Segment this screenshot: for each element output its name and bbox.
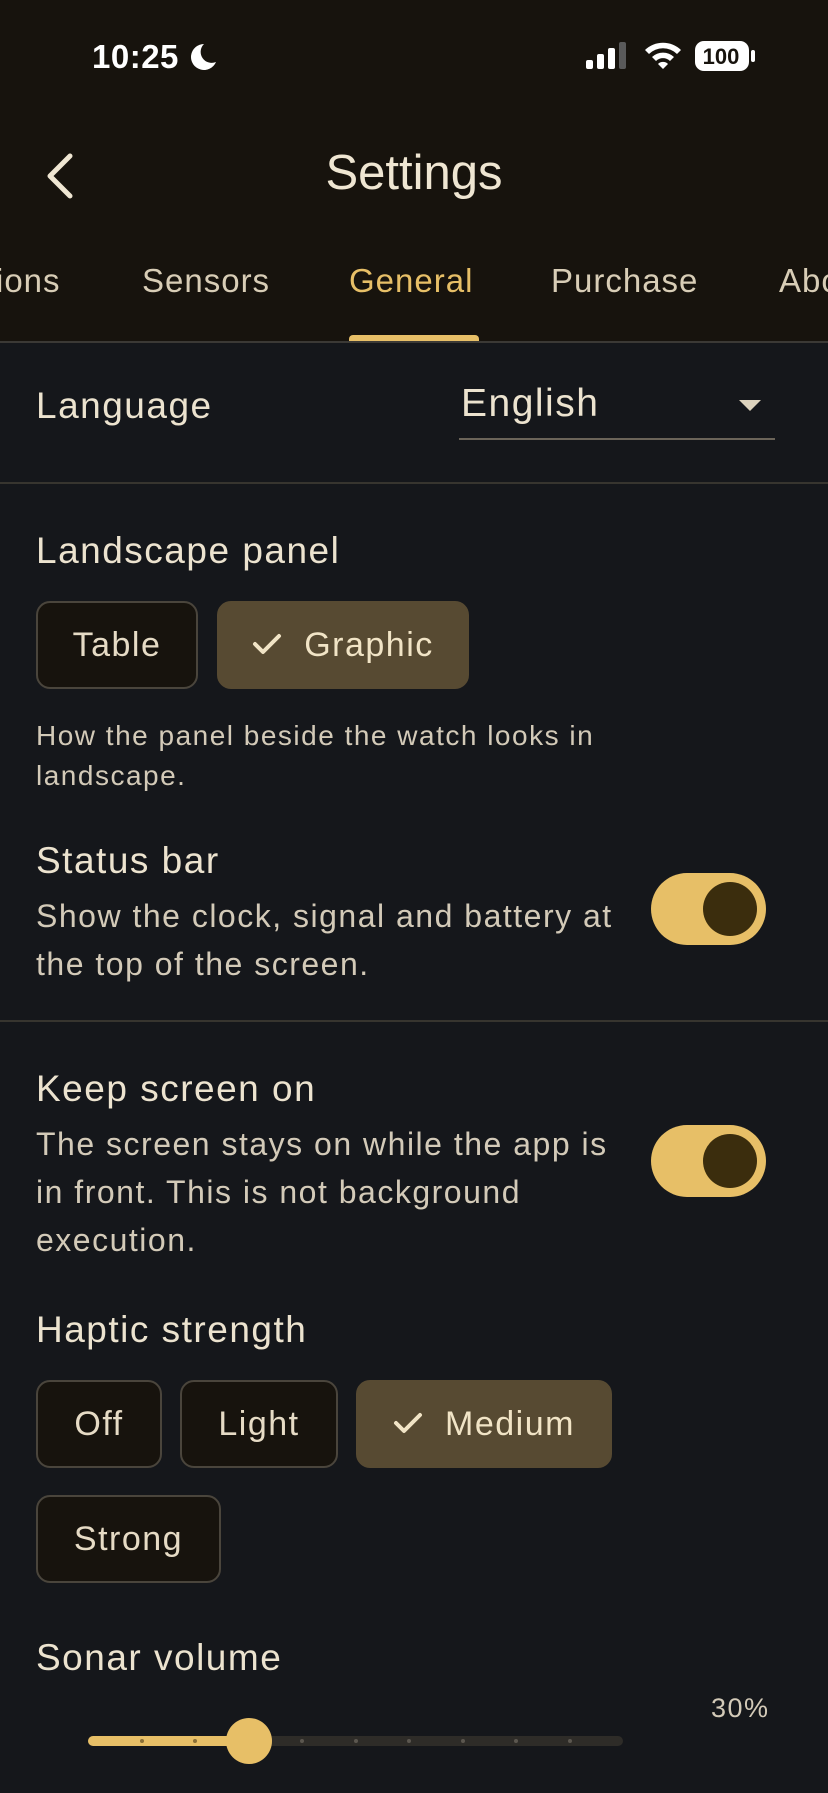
chip-label: Off — [74, 1404, 124, 1443]
sonar-volume-slider[interactable] — [88, 1718, 623, 1764]
landscape-panel-title: Landscape panel — [36, 530, 341, 571]
divider — [0, 482, 828, 484]
check-icon — [252, 626, 282, 665]
keep-screen-on-toggle[interactable] — [651, 1125, 766, 1197]
tab-general[interactable]: General — [349, 262, 473, 300]
language-label: Language — [36, 385, 213, 426]
haptic-strength-title: Haptic strength — [36, 1309, 308, 1350]
tab-divider — [0, 341, 828, 343]
check-icon — [393, 1405, 423, 1444]
language-dropdown[interactable]: English — [459, 380, 775, 440]
tab-sensors[interactable]: Sensors — [142, 262, 270, 300]
keep-screen-on-description: The screen stays on while the app is in … — [36, 1126, 608, 1258]
sonar-volume-title: Sonar volume — [36, 1637, 283, 1678]
keep-screen-on-title: Keep screen on — [36, 1068, 317, 1109]
tab-notifications[interactable]: ions — [0, 262, 61, 300]
slider-fill — [88, 1736, 249, 1746]
signal-icon — [586, 42, 630, 75]
slider-tick — [567, 1739, 572, 1743]
tab-about[interactable]: Abo — [779, 262, 828, 300]
slider-tick — [460, 1739, 465, 1743]
slider-tick — [300, 1739, 304, 1743]
status-bar-toggle[interactable] — [651, 873, 766, 945]
status-bar: 10:25 100 — [0, 0, 828, 112]
haptic-option-strong[interactable]: Strong — [36, 1495, 221, 1583]
chip-label: Strong — [73, 1519, 184, 1558]
slider-tick — [193, 1739, 197, 1743]
landscape-option-graphic[interactable]: Graphic — [217, 601, 469, 689]
caret-down-icon — [739, 400, 761, 411]
chip-label: Medium — [445, 1404, 575, 1443]
tab-bar: ions Sensors General Purchase Abo — [0, 262, 828, 342]
landscape-panel-helper: How the panel beside the watch looks in … — [36, 720, 595, 791]
chip-label: Light — [218, 1404, 300, 1443]
haptic-option-light[interactable]: Light — [180, 1380, 338, 1468]
chip-label: Graphic — [304, 625, 434, 664]
sonar-volume-value: 30% — [711, 1693, 770, 1723]
tab-purchase[interactable]: Purchase — [551, 262, 698, 300]
divider — [0, 1020, 828, 1022]
slider-tick — [407, 1739, 411, 1743]
status-bar-description: Show the clock, signal and battery at th… — [36, 898, 613, 982]
haptic-option-medium[interactable]: Medium — [356, 1380, 612, 1468]
toggle-knob — [703, 1134, 757, 1188]
slider-tick — [353, 1739, 358, 1743]
page-title: Settings — [325, 146, 503, 200]
landscape-option-table[interactable]: Table — [36, 601, 198, 689]
slider-tick — [514, 1739, 518, 1743]
toggle-knob — [703, 882, 757, 936]
top-app-bar: 10:25 100 Settings ions Sensors General … — [0, 0, 828, 342]
moon-icon — [190, 42, 218, 77]
chip-label: Table — [72, 625, 162, 664]
wifi-icon — [643, 40, 683, 75]
haptic-option-off[interactable]: Off — [36, 1380, 162, 1468]
status-bar-title: Status bar — [36, 840, 220, 881]
slider-thumb[interactable] — [225, 1718, 272, 1764]
language-value: English — [461, 382, 600, 425]
slider-tick — [139, 1739, 144, 1743]
battery-level: 100 — [702, 44, 740, 69]
status-time: 10:25 — [92, 38, 179, 75]
